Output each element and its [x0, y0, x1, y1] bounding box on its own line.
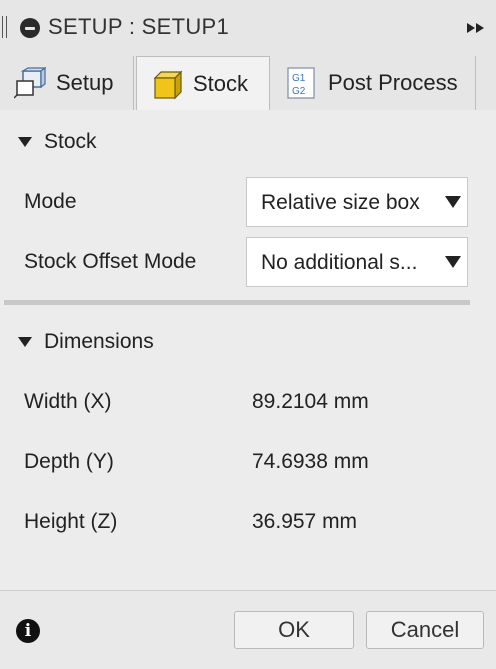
dialog-title: SETUP : SETUP1 [48, 14, 230, 39]
height-value: 36.957 mm [252, 510, 358, 533]
tab-stock[interactable]: Stock [136, 56, 270, 111]
mode-label: Mode [24, 190, 77, 213]
svg-text:G2: G2 [292, 86, 306, 97]
setup-icon [14, 67, 46, 99]
tab-post-process[interactable]: G1 G2 Post Process [272, 56, 476, 110]
chevron-down-icon [445, 256, 461, 268]
tab-post-process-label: Post Process [328, 70, 458, 95]
drag-grip-icon[interactable] [2, 16, 7, 38]
dialog-footer: i OK Cancel [0, 590, 496, 669]
cancel-button[interactable]: Cancel [366, 611, 484, 649]
dimensions-section-header[interactable]: Dimensions [18, 330, 154, 354]
chevron-down-icon [445, 196, 461, 208]
section-divider [4, 300, 470, 305]
tab-setup-label: Setup [56, 70, 114, 95]
height-label: Height (Z) [24, 510, 118, 533]
collapse-triangle-icon [18, 337, 32, 347]
width-value: 89.2104 mm [252, 390, 369, 413]
stock-section-header[interactable]: Stock [18, 130, 97, 154]
ok-button[interactable]: OK [234, 611, 354, 649]
gcode-g1-g2-icon: G1 G2 [287, 67, 315, 99]
stock-offset-mode-label: Stock Offset Mode [24, 250, 197, 273]
svg-text:G1: G1 [292, 73, 306, 84]
info-icon[interactable]: i [16, 619, 40, 643]
width-label: Width (X) [24, 390, 112, 413]
collapse-icon[interactable] [20, 18, 40, 38]
expand-icon[interactable] [466, 20, 486, 36]
stock-offset-mode-value: No additional s... [261, 251, 418, 274]
stock-offset-mode-select[interactable]: No additional s... [246, 237, 468, 287]
mode-select-value: Relative size box [261, 191, 420, 214]
stock-cube-icon [153, 70, 183, 100]
stock-section-title: Stock [44, 130, 97, 153]
dimensions-section-title: Dimensions [44, 330, 154, 353]
depth-value: 74.6938 mm [252, 450, 369, 473]
stock-panel: Stock Mode Relative size box Stock Offse… [0, 110, 496, 588]
tab-bar: Setup Stock G1 G2 Post Process [0, 56, 496, 111]
tab-stock-label: Stock [193, 71, 249, 96]
title-bar: SETUP : SETUP1 [0, 0, 496, 57]
mode-select[interactable]: Relative size box [246, 177, 468, 227]
depth-label: Depth (Y) [24, 450, 114, 473]
tab-setup[interactable]: Setup [0, 56, 134, 110]
collapse-triangle-icon [18, 137, 32, 147]
